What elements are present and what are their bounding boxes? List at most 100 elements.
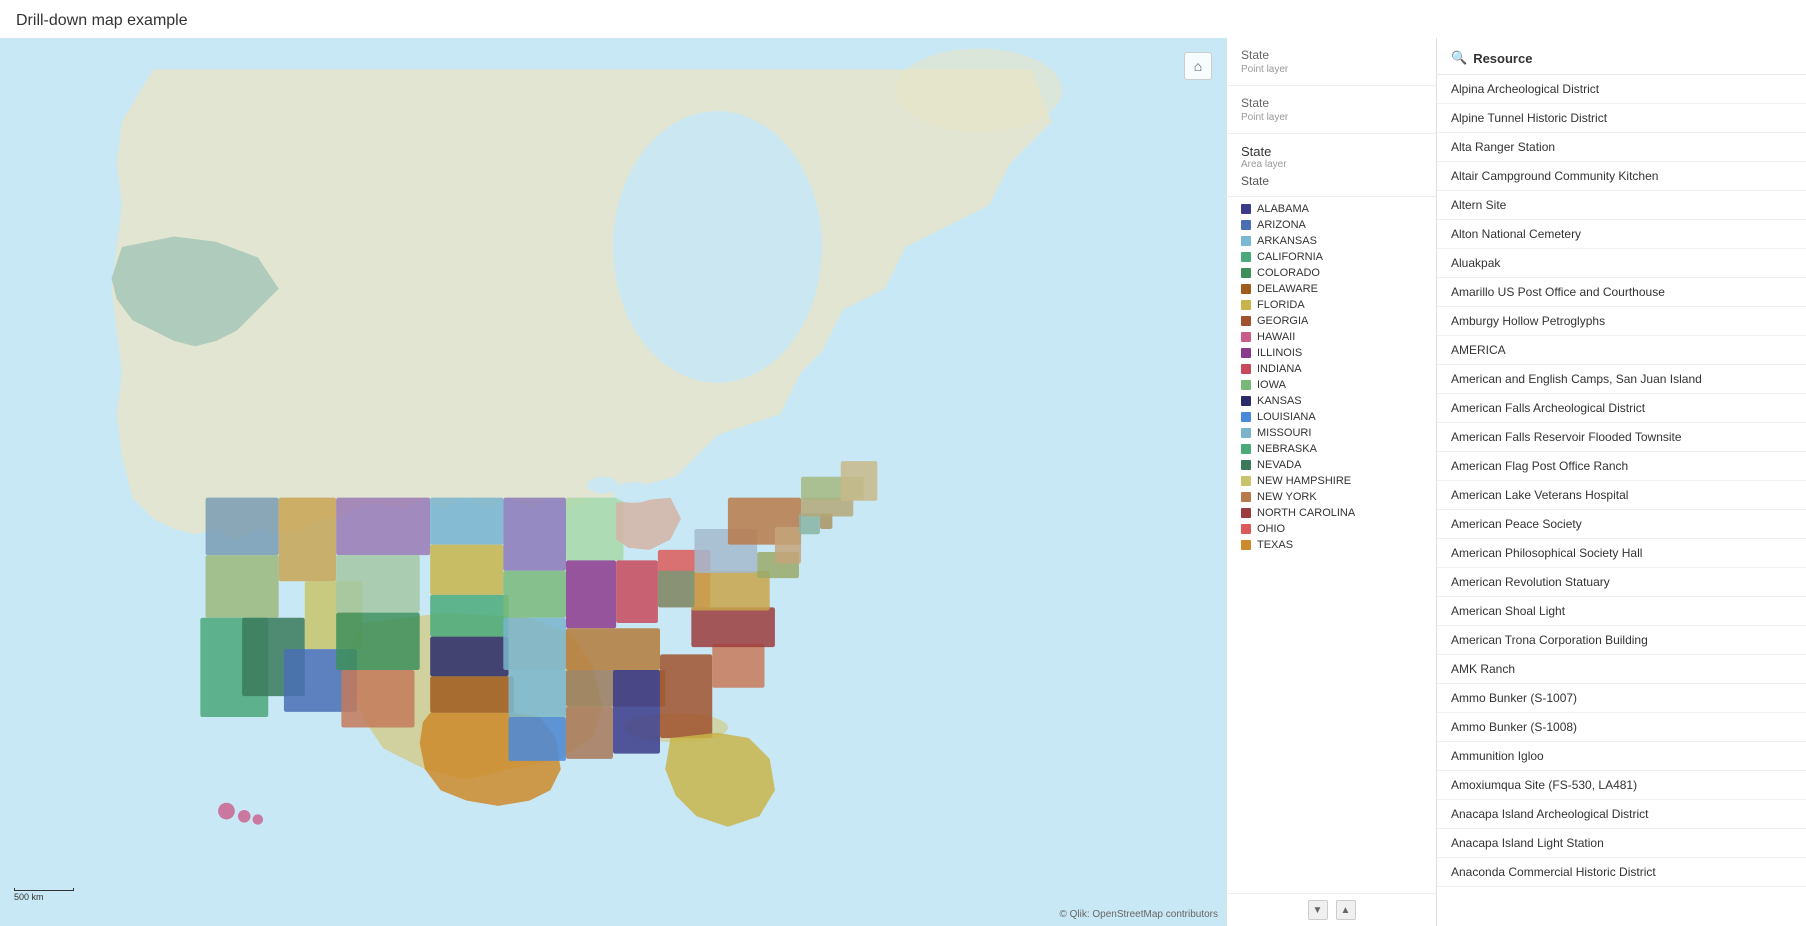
resource-list-item[interactable]: American Philosophical Society Hall (1437, 539, 1806, 568)
legend-item[interactable]: NEW HAMPSHIRE (1241, 473, 1422, 489)
legend-state-name: LOUISIANA (1257, 411, 1316, 423)
resource-header: 🔍 Resource (1437, 38, 1806, 75)
resource-list-item[interactable]: Alta Ranger Station (1437, 133, 1806, 162)
legend-state-name: NEVADA (1257, 459, 1301, 471)
legend-state-name: GEORGIA (1257, 315, 1308, 327)
legend-layer1-title: State (1241, 48, 1422, 62)
resource-list-item[interactable]: American Shoal Light (1437, 597, 1806, 626)
page-title: Drill-down map example (0, 0, 1806, 38)
legend-state-name: INDIANA (1257, 363, 1302, 375)
legend-state-name: KANSAS (1257, 395, 1302, 407)
resource-panel: 🔍 Resource Alpina Archeological District… (1437, 38, 1806, 926)
resource-list-item[interactable]: American Revolution Statuary (1437, 568, 1806, 597)
legend-item[interactable]: ILLINOIS (1241, 345, 1422, 361)
resource-list-item[interactable]: Ammo Bunker (S-1007) (1437, 684, 1806, 713)
legend-item[interactable]: INDIANA (1241, 361, 1422, 377)
map-container[interactable]: ⌂ 500 km © Qlik: OpenStreetMap contribut… (0, 38, 1226, 926)
resource-list-item[interactable]: American Falls Reservoir Flooded Townsit… (1437, 423, 1806, 452)
legend-item[interactable]: DELAWARE (1241, 281, 1422, 297)
resource-list-item[interactable]: AMK Ranch (1437, 655, 1806, 684)
legend-layer1: State Point layer (1227, 38, 1436, 86)
legend-state-name: IOWA (1257, 379, 1286, 391)
legend-layer2-subtitle: Point layer (1241, 112, 1422, 123)
legend-state-name: FLORIDA (1257, 299, 1305, 311)
resource-list-item[interactable]: Altern Site (1437, 191, 1806, 220)
legend-color (1241, 524, 1251, 534)
resource-list-item[interactable]: Anaconda Commercial Historic District (1437, 858, 1806, 887)
legend-item[interactable]: GEORGIA (1241, 313, 1422, 329)
legend-color (1241, 284, 1251, 294)
legend-state-name: ARKANSAS (1257, 235, 1317, 247)
legend-item[interactable]: OHIO (1241, 521, 1422, 537)
legend-color (1241, 252, 1251, 262)
legend-item[interactable]: IOWA (1241, 377, 1422, 393)
resource-list-item[interactable]: American Peace Society (1437, 510, 1806, 539)
scroll-up-button[interactable]: ▲ (1336, 900, 1356, 920)
resource-list-item[interactable]: American Flag Post Office Ranch (1437, 452, 1806, 481)
legend-color (1241, 220, 1251, 230)
legend-state-name: MISSOURI (1257, 427, 1311, 439)
legend-color (1241, 444, 1251, 454)
resource-list-item[interactable]: American Trona Corporation Building (1437, 626, 1806, 655)
resource-list-item[interactable]: Ammo Bunker (S-1008) (1437, 713, 1806, 742)
resource-list-item[interactable]: American Falls Archeological District (1437, 394, 1806, 423)
legend-color (1241, 492, 1251, 502)
legend-item[interactable]: TEXAS (1241, 537, 1422, 553)
legend-color (1241, 332, 1251, 342)
scroll-down-button[interactable]: ▼ (1308, 900, 1328, 920)
legend-item[interactable]: NEBRASKA (1241, 441, 1422, 457)
legend-item[interactable]: ARIZONA (1241, 217, 1422, 233)
legend-item[interactable]: ARKANSAS (1241, 233, 1422, 249)
legend-color (1241, 204, 1251, 214)
resource-list-item[interactable]: Amarillo US Post Office and Courthouse (1437, 278, 1806, 307)
resource-list-item[interactable]: Alpina Archeological District (1437, 75, 1806, 104)
scale-bar: 500 km (14, 888, 74, 902)
resource-list-item[interactable]: Alton National Cemetery (1437, 220, 1806, 249)
legend-color (1241, 508, 1251, 518)
legend-color (1241, 300, 1251, 310)
legend-item[interactable]: HAWAII (1241, 329, 1422, 345)
legend-state-name: OHIO (1257, 523, 1285, 535)
resource-list-item[interactable]: Anacapa Island Light Station (1437, 829, 1806, 858)
legend-color (1241, 268, 1251, 278)
legend-area-subtitle: Area layer (1241, 159, 1422, 170)
legend-item[interactable]: MISSOURI (1241, 425, 1422, 441)
legend-panel: State Point layer State Point layer Stat… (1227, 38, 1437, 926)
resource-list-item[interactable]: American and English Camps, San Juan Isl… (1437, 365, 1806, 394)
legend-item[interactable]: NORTH CAROLINA (1241, 505, 1422, 521)
legend-color (1241, 428, 1251, 438)
resource-list-item[interactable]: Anacapa Island Archeological District (1437, 800, 1806, 829)
legend-area-title: State (1241, 144, 1422, 159)
legend-color (1241, 460, 1251, 470)
resource-list[interactable]: Alpina Archeological DistrictAlpine Tunn… (1437, 75, 1806, 926)
legend-item[interactable]: NEVADA (1241, 457, 1422, 473)
resource-list-item[interactable]: AMERICA (1437, 336, 1806, 365)
map-attribution: © Qlik: OpenStreetMap contributors (1059, 909, 1218, 920)
map-svg (0, 38, 1226, 926)
resource-list-item[interactable]: Alpine Tunnel Historic District (1437, 104, 1806, 133)
legend-item[interactable]: LOUISIANA (1241, 409, 1422, 425)
legend-item[interactable]: NEW YORK (1241, 489, 1422, 505)
legend-item[interactable]: CALIFORNIA (1241, 249, 1422, 265)
resource-list-item[interactable]: Aluakpak (1437, 249, 1806, 278)
resource-list-item[interactable]: Altair Campground Community Kitchen (1437, 162, 1806, 191)
scale-label: 500 km (14, 892, 44, 902)
legend-state-name: ALABAMA (1257, 203, 1309, 215)
legend-item[interactable]: COLORADO (1241, 265, 1422, 281)
legend-item[interactable]: FLORIDA (1241, 297, 1422, 313)
resource-list-item[interactable]: American Lake Veterans Hospital (1437, 481, 1806, 510)
resource-list-item[interactable]: Amburgy Hollow Petroglyphs (1437, 307, 1806, 336)
resource-list-item[interactable]: Amoxiumqua Site (FS-530, LA481) (1437, 771, 1806, 800)
home-button[interactable]: ⌂ (1184, 52, 1212, 80)
legend-items-list[interactable]: ALABAMA ARIZONA ARKANSAS CALIFORNIA COLORADO… (1227, 197, 1436, 893)
legend-color (1241, 364, 1251, 374)
legend-state-name: CALIFORNIA (1257, 251, 1323, 263)
legend-scroll-controls: ▼ ▲ (1227, 893, 1436, 926)
legend-layer2-title: State (1241, 96, 1422, 110)
resource-list-item[interactable]: Ammunition Igloo (1437, 742, 1806, 771)
legend-item[interactable]: KANSAS (1241, 393, 1422, 409)
legend-color (1241, 412, 1251, 422)
legend-color (1241, 540, 1251, 550)
legend-item[interactable]: ALABAMA (1241, 201, 1422, 217)
resource-title: Resource (1473, 51, 1532, 66)
